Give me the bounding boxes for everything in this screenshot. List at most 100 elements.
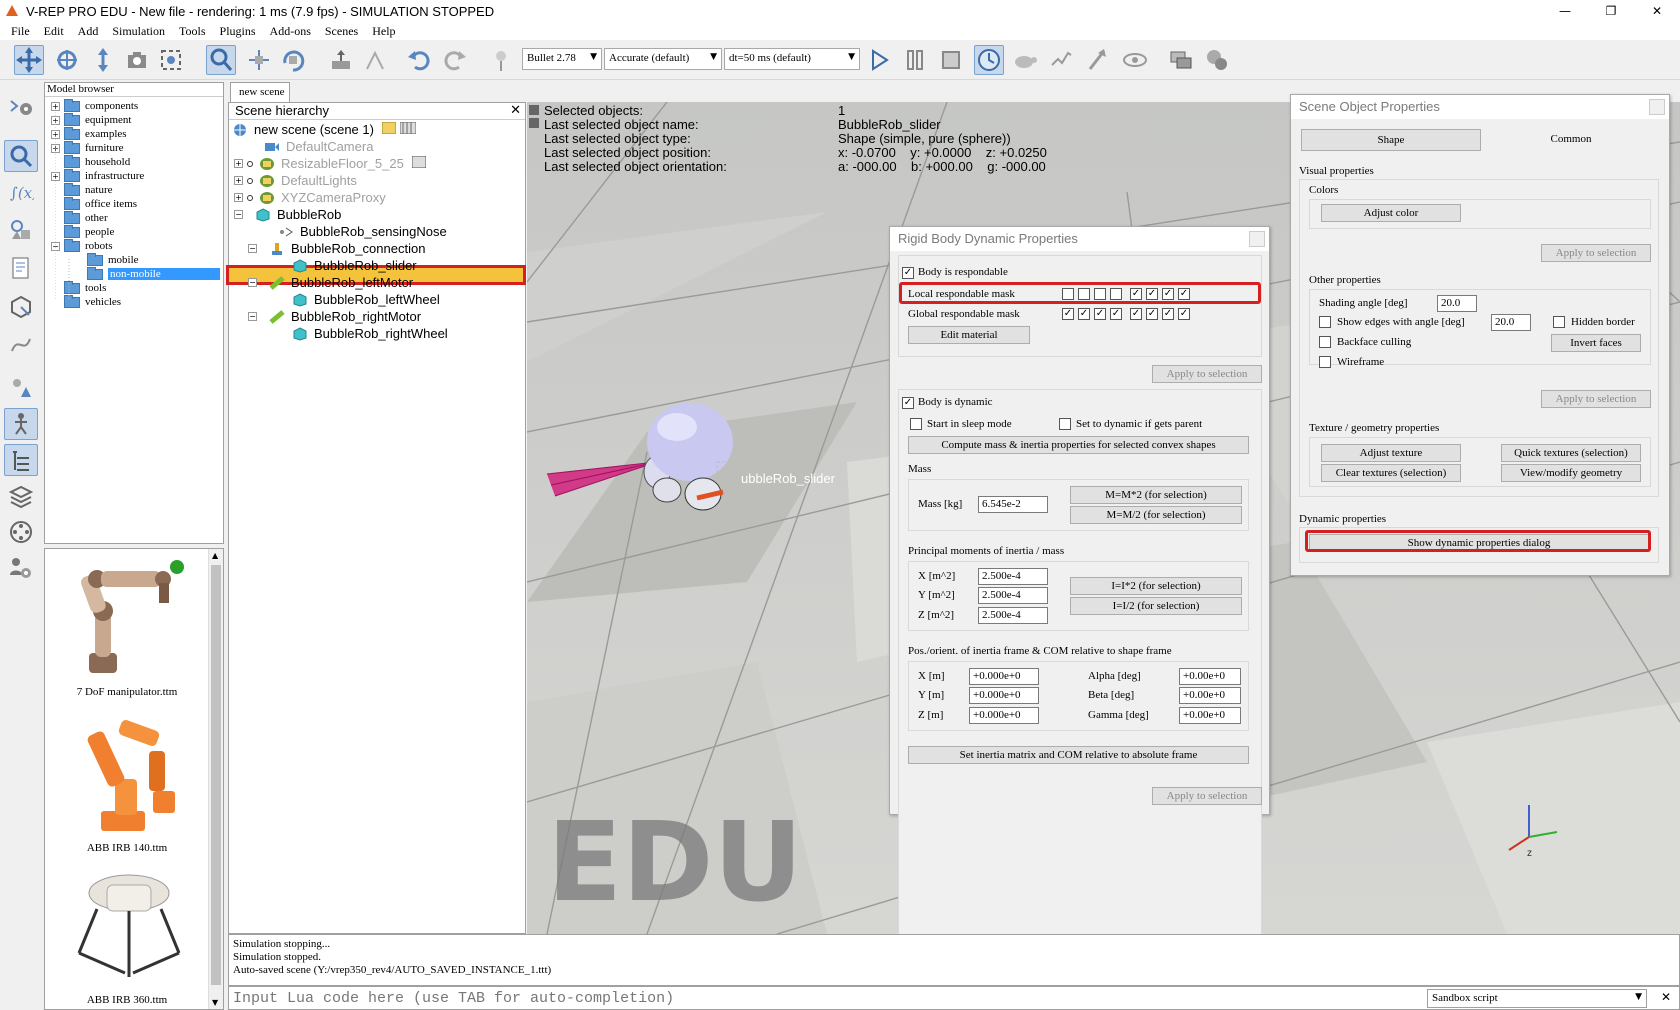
video-recorder-icon[interactable] bbox=[4, 516, 38, 548]
page-selector-icon[interactable] bbox=[1166, 45, 1196, 75]
selection-icon[interactable] bbox=[4, 372, 38, 404]
adjust-texture-button[interactable]: Adjust texture bbox=[1321, 444, 1461, 462]
lua-input[interactable]: Input Lua code here (use TAB for auto-co… bbox=[233, 990, 674, 1007]
tree-item-connection[interactable]: − BubbleRob_connection bbox=[248, 240, 425, 257]
mask-bit-checkbox[interactable]: ✓ bbox=[1078, 308, 1090, 320]
accuracy-select[interactable]: Accurate (default) ▼ bbox=[604, 48, 722, 70]
tree-item-non-mobile[interactable]: non-mobile bbox=[87, 266, 220, 281]
shading-angle-input[interactable]: 20.0 bbox=[1437, 295, 1477, 312]
show-edges-checkbox[interactable] bbox=[1319, 316, 1331, 328]
object-rotate-icon[interactable] bbox=[278, 45, 308, 75]
assemble-icon[interactable] bbox=[326, 45, 356, 75]
camera-fit-icon[interactable] bbox=[156, 45, 186, 75]
close-icon[interactable]: ✕ bbox=[1661, 990, 1671, 1004]
mask-bit-checkbox[interactable]: ✓ bbox=[1162, 308, 1174, 320]
physics-engine-select[interactable]: Bullet 2.78 ▼ bbox=[522, 48, 602, 70]
collapse-icon[interactable]: − bbox=[248, 244, 257, 253]
inertia-x-input[interactable]: 2.500e-4 bbox=[978, 568, 1048, 585]
expand-icon[interactable]: + bbox=[234, 176, 243, 185]
mass-double-button[interactable]: M=M*2 (for selection) bbox=[1070, 486, 1242, 504]
clear-textures-button[interactable]: Clear textures (selection) bbox=[1321, 464, 1461, 482]
inertia-y-input[interactable]: 2.500e-4 bbox=[978, 587, 1048, 604]
scene-selector-icon[interactable] bbox=[1202, 45, 1232, 75]
menu-simulation[interactable]: Simulation bbox=[105, 24, 172, 39]
pos-x-input[interactable]: +0.000e+0 bbox=[969, 668, 1039, 685]
pos-z-input[interactable]: +0.000e+0 bbox=[969, 707, 1039, 724]
thumbnail-7dof[interactable]: 7 DoF manipulator.ttm bbox=[45, 553, 209, 698]
menu-addons[interactable]: Add-ons bbox=[263, 24, 318, 39]
scripts-icon[interactable] bbox=[4, 252, 38, 284]
menu-help[interactable]: Help bbox=[365, 24, 402, 39]
mask-bit-checkbox[interactable]: ✓ bbox=[1110, 308, 1122, 320]
menu-file[interactable]: File bbox=[4, 24, 37, 39]
object-shift-icon[interactable] bbox=[244, 45, 274, 75]
script-select[interactable]: Sandbox script ▼ bbox=[1427, 989, 1647, 1008]
view-geometry-button[interactable]: View/modify geometry bbox=[1501, 464, 1641, 482]
speed-up-icon[interactable] bbox=[1046, 45, 1076, 75]
set-inertia-button[interactable]: Set inertia matrix and COM relative to a… bbox=[908, 746, 1249, 764]
thread-rendering-icon[interactable] bbox=[1082, 45, 1112, 75]
adjust-color-button[interactable]: Adjust color bbox=[1321, 204, 1461, 222]
scene-hierarchy-icon[interactable] bbox=[4, 444, 38, 476]
wireframe-checkbox[interactable] bbox=[1319, 356, 1331, 368]
apply-to-selection-button[interactable]: Apply to selection bbox=[1541, 390, 1651, 408]
gamma-input[interactable]: +0.00e+0 bbox=[1179, 707, 1241, 724]
apply-to-selection-button[interactable]: Apply to selection bbox=[1152, 787, 1262, 805]
mask-bit-checkbox[interactable]: ✓ bbox=[1178, 308, 1190, 320]
tab-new-scene[interactable]: new scene bbox=[230, 82, 290, 102]
minimize-button[interactable]: — bbox=[1542, 0, 1588, 22]
close-icon[interactable]: ✕ bbox=[510, 103, 521, 119]
dialog-close-button[interactable] bbox=[1649, 99, 1665, 115]
simulation-settings-icon[interactable] bbox=[4, 90, 38, 122]
hidden-border-checkbox[interactable] bbox=[1553, 316, 1565, 328]
collections-icon[interactable] bbox=[4, 214, 38, 246]
scroll-down-icon[interactable]: ▼ bbox=[212, 998, 218, 1007]
apply-to-selection-button[interactable]: Apply to selection bbox=[1152, 365, 1262, 383]
tree-item-default-camera[interactable]: DefaultCamera bbox=[264, 138, 373, 155]
mask-bit-checkbox[interactable]: ✓ bbox=[1062, 308, 1074, 320]
edges-angle-input[interactable]: 20.0 bbox=[1491, 314, 1531, 331]
tree-item-left-motor[interactable]: − BubbleRob_leftMotor bbox=[248, 274, 413, 291]
layers-icon[interactable] bbox=[4, 480, 38, 512]
thumbnail-abb-360[interactable]: ABB IRB 360.ttm bbox=[45, 865, 209, 1006]
tree-item-sensing-nose[interactable]: BubbleRob_sensingNose bbox=[278, 223, 447, 240]
scene-root[interactable]: new scene (scene 1) bbox=[232, 121, 417, 138]
tree-item-right-motor[interactable]: − BubbleRob_rightMotor bbox=[248, 308, 421, 325]
mask-bit-checkbox[interactable]: ✓ bbox=[1130, 308, 1142, 320]
stop-icon[interactable] bbox=[936, 45, 966, 75]
alpha-input[interactable]: +0.00e+0 bbox=[1179, 668, 1241, 685]
scene-object-properties-icon[interactable] bbox=[4, 140, 38, 172]
thumbnail-scrollbar[interactable]: ▲ ▼ bbox=[208, 549, 223, 1009]
menu-scenes[interactable]: Scenes bbox=[318, 24, 365, 39]
mask-bit-checkbox[interactable]: ✓ bbox=[1094, 308, 1106, 320]
close-button[interactable]: ✕ bbox=[1634, 0, 1680, 22]
menu-edit[interactable]: Edit bbox=[37, 24, 71, 39]
collapse-icon[interactable]: − bbox=[248, 312, 257, 321]
expand-icon[interactable]: + bbox=[234, 159, 243, 168]
quick-textures-button[interactable]: Quick textures (selection) bbox=[1501, 444, 1641, 462]
tree-item-floor[interactable]: + ResizableFloor_5_25 bbox=[234, 155, 427, 172]
tree-item-xyz-camera-proxy[interactable]: + XYZCameraProxy bbox=[234, 189, 386, 206]
info-toggle-icon[interactable] bbox=[529, 105, 539, 115]
menu-plugins[interactable]: Plugins bbox=[213, 24, 263, 39]
collapse-icon[interactable]: − bbox=[248, 278, 257, 287]
tab-shape[interactable]: Shape bbox=[1301, 129, 1481, 151]
scroll-thumb[interactable] bbox=[211, 565, 221, 985]
pos-y-input[interactable]: +0.000e+0 bbox=[969, 687, 1039, 704]
dynamics-toggle-icon[interactable] bbox=[488, 45, 518, 75]
mask-bit-checkbox[interactable]: ✓ bbox=[1146, 308, 1158, 320]
realtime-icon[interactable] bbox=[974, 45, 1004, 75]
play-icon[interactable] bbox=[864, 45, 894, 75]
inertia-double-button[interactable]: I=I*2 (for selection) bbox=[1070, 577, 1242, 595]
inertia-half-button[interactable]: I=I/2 (for selection) bbox=[1070, 597, 1242, 615]
tree-item-left-wheel[interactable]: BubbleRob_leftWheel bbox=[292, 291, 440, 308]
camera-angle-icon[interactable] bbox=[122, 45, 152, 75]
expand-icon[interactable]: + bbox=[234, 193, 243, 202]
beta-input[interactable]: +0.00e+0 bbox=[1179, 687, 1241, 704]
tree-item-right-wheel[interactable]: BubbleRob_rightWheel bbox=[292, 325, 448, 342]
dialog-close-button[interactable] bbox=[1249, 231, 1265, 247]
apply-to-selection-button[interactable]: Apply to selection bbox=[1541, 244, 1651, 262]
start-sleep-checkbox[interactable] bbox=[910, 418, 922, 430]
shape-edit-icon[interactable] bbox=[4, 290, 38, 322]
mass-input[interactable]: 6.545e-2 bbox=[978, 496, 1048, 513]
